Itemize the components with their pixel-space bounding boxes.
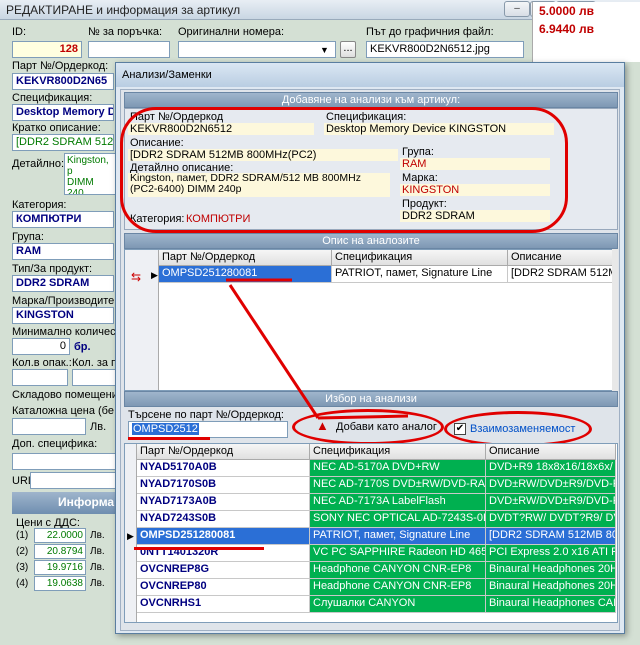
annotation-arrow (226, 278, 409, 420)
annotation-arrow-line-2 (317, 414, 409, 420)
annotation-arrow-line (228, 284, 320, 419)
